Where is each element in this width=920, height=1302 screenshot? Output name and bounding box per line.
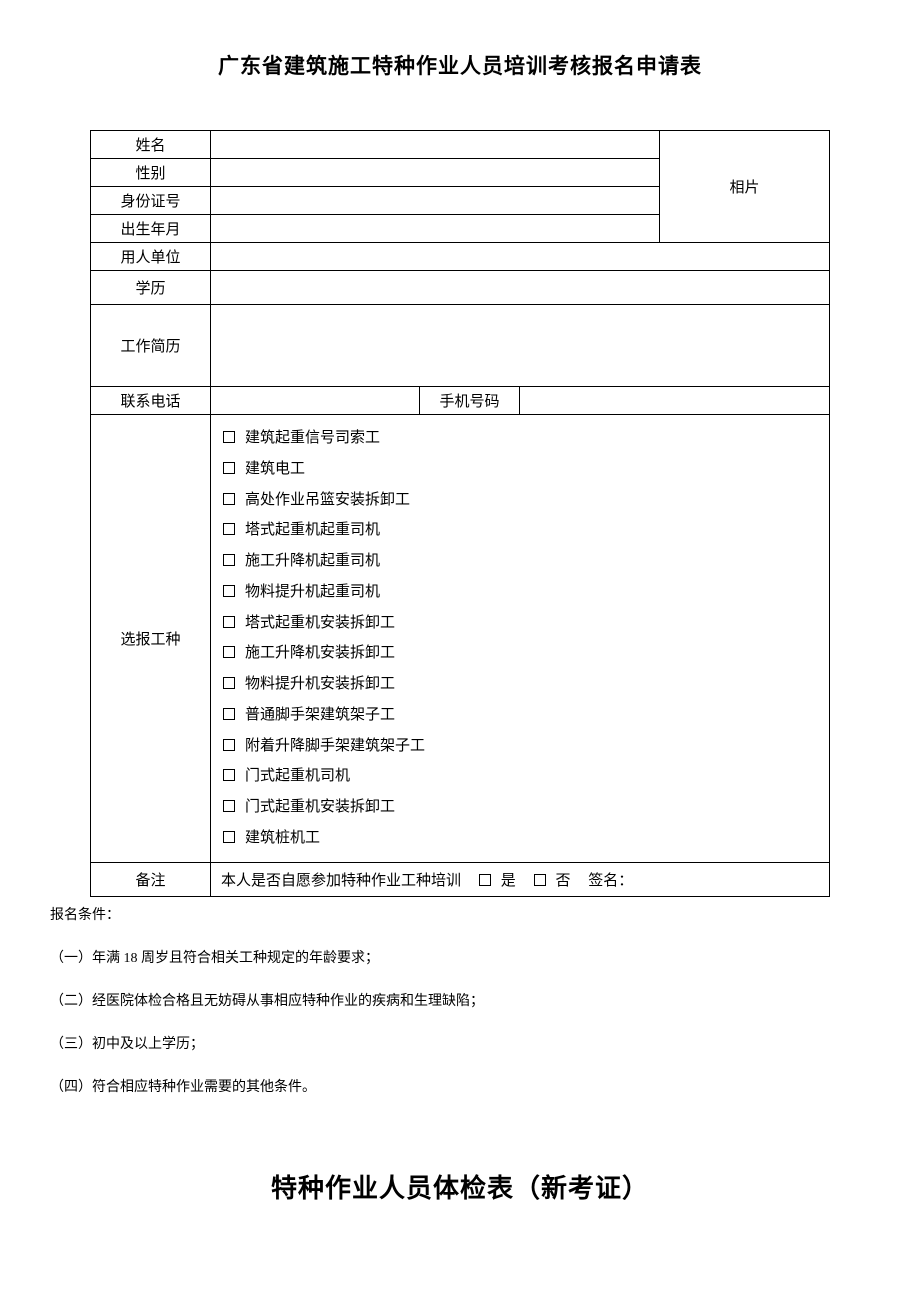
checkbox-icon[interactable]	[223, 554, 235, 566]
job-type-label: 塔式起重机起重司机	[245, 522, 380, 538]
job-type-option[interactable]: 塔式起重机起重司机	[223, 515, 817, 546]
label-name: 姓名	[91, 131, 211, 159]
field-name[interactable]	[211, 131, 660, 159]
checkbox-icon[interactable]	[223, 646, 235, 658]
field-birth[interactable]	[211, 215, 660, 243]
second-title: 特种作业人员体检表（新考证）	[90, 1168, 830, 1205]
label-mobile: 手机号码	[419, 387, 519, 415]
job-type-option[interactable]: 物料提升机起重司机	[223, 577, 817, 608]
field-employer[interactable]	[211, 243, 830, 271]
checkbox-icon[interactable]	[223, 585, 235, 597]
job-type-label: 物料提升机起重司机	[245, 584, 380, 600]
job-type-label: 塔式起重机安装拆卸工	[245, 615, 395, 631]
label-phone: 联系电话	[91, 387, 211, 415]
job-type-option[interactable]: 门式起重机安装拆卸工	[223, 792, 817, 823]
checkbox-icon[interactable]	[223, 462, 235, 474]
field-gender[interactable]	[211, 159, 660, 187]
job-type-option[interactable]: 附着升降脚手架建筑架子工	[223, 731, 817, 762]
remark-no-label: 否	[556, 873, 571, 889]
job-type-label: 建筑电工	[245, 461, 305, 477]
field-resume[interactable]	[211, 305, 830, 387]
job-type-label: 物料提升机安装拆卸工	[245, 676, 395, 692]
label-id-no: 身份证号	[91, 187, 211, 215]
remark-yes-label: 是	[501, 873, 516, 889]
photo-box: 相片	[660, 131, 830, 243]
checkbox-icon[interactable]	[223, 431, 235, 443]
remark-question: 本人是否自愿参加特种作业工种培训	[221, 873, 461, 889]
remark-sign-label: 签名：	[588, 873, 633, 889]
job-type-label: 建筑起重信号司索工	[245, 430, 380, 446]
job-type-option[interactable]: 建筑起重信号司索工	[223, 423, 817, 454]
label-employer: 用人单位	[91, 243, 211, 271]
field-education[interactable]	[211, 271, 830, 305]
conditions-section: 报名条件： （一）年满 18 周岁且符合相关工种规定的年龄要求； （二）经医院体检…	[50, 905, 870, 1098]
condition-item: （三）初中及以上学历；	[50, 1034, 870, 1055]
label-job-type: 选报工种	[91, 415, 211, 863]
job-type-option[interactable]: 建筑桩机工	[223, 823, 817, 854]
job-type-label: 门式起重机安装拆卸工	[245, 799, 395, 815]
label-gender: 性别	[91, 159, 211, 187]
job-type-label: 附着升降脚手架建筑架子工	[245, 738, 425, 754]
checkbox-icon[interactable]	[223, 708, 235, 720]
field-phone[interactable]	[211, 387, 420, 415]
checkbox-icon[interactable]	[223, 677, 235, 689]
job-type-label: 施工升降机安装拆卸工	[245, 645, 395, 661]
job-type-option[interactable]: 施工升降机安装拆卸工	[223, 638, 817, 669]
job-type-label: 普通脚手架建筑架子工	[245, 707, 395, 723]
job-type-option[interactable]: 普通脚手架建筑架子工	[223, 700, 817, 731]
checkbox-icon[interactable]	[223, 523, 235, 535]
job-type-option[interactable]: 高处作业吊篮安装拆卸工	[223, 485, 817, 516]
checkbox-icon[interactable]	[223, 831, 235, 843]
label-remark: 备注	[91, 862, 211, 896]
field-id-no[interactable]	[211, 187, 660, 215]
remark-cell: 本人是否自愿参加特种作业工种培训 是 否 签名：	[211, 862, 830, 896]
job-type-option[interactable]: 门式起重机司机	[223, 761, 817, 792]
job-type-option[interactable]: 建筑电工	[223, 454, 817, 485]
field-mobile[interactable]	[519, 387, 829, 415]
checkbox-icon[interactable]	[223, 769, 235, 781]
condition-item: （二）经医院体检合格且无妨碍从事相应特种作业的疾病和生理缺陷；	[50, 991, 870, 1012]
checkbox-icon[interactable]	[223, 739, 235, 751]
condition-item: （一）年满 18 周岁且符合相关工种规定的年龄要求；	[50, 948, 870, 969]
checkbox-icon[interactable]	[223, 800, 235, 812]
condition-item: （四）符合相应特种作业需要的其他条件。	[50, 1077, 870, 1098]
job-type-label: 建筑桩机工	[245, 830, 320, 846]
page-title: 广东省建筑施工特种作业人员培训考核报名申请表	[90, 50, 830, 80]
job-type-label: 高处作业吊篮安装拆卸工	[245, 492, 410, 508]
job-type-label: 门式起重机司机	[245, 768, 350, 784]
checkbox-icon[interactable]	[223, 616, 235, 628]
label-birth: 出生年月	[91, 215, 211, 243]
conditions-head: 报名条件：	[50, 905, 870, 926]
label-resume: 工作简历	[91, 305, 211, 387]
checkbox-no[interactable]	[534, 874, 546, 886]
job-type-option[interactable]: 塔式起重机安装拆卸工	[223, 608, 817, 639]
application-form-table: 姓名 相片 性别 身份证号 出生年月 用人单位 学历 工作简历 联系电话 手机号…	[90, 130, 830, 897]
checkbox-yes[interactable]	[479, 874, 491, 886]
job-type-options: 建筑起重信号司索工建筑电工高处作业吊篮安装拆卸工塔式起重机起重司机施工升降机起重…	[211, 415, 830, 863]
job-type-option[interactable]: 物料提升机安装拆卸工	[223, 669, 817, 700]
job-type-option[interactable]: 施工升降机起重司机	[223, 546, 817, 577]
job-type-label: 施工升降机起重司机	[245, 553, 380, 569]
checkbox-icon[interactable]	[223, 493, 235, 505]
label-education: 学历	[91, 271, 211, 305]
